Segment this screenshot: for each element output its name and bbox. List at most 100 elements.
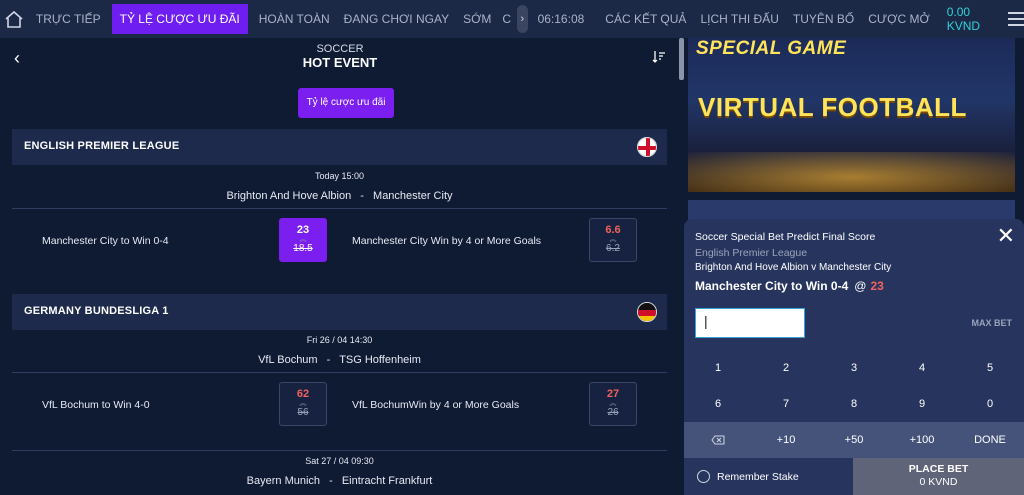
event-time: Fri 26 / 04 14:30 xyxy=(306,335,373,345)
banner-line1: SPECIAL GAME xyxy=(696,38,847,59)
chevron-right-icon[interactable]: › xyxy=(517,5,528,33)
done-button[interactable]: DONE xyxy=(956,422,1024,458)
nav-item-statement[interactable]: TUYÊN BỐ xyxy=(786,0,861,38)
away-team: Manchester City xyxy=(373,190,453,202)
key-9[interactable]: 9 xyxy=(888,386,956,422)
event-teams: Brighton And Hove Albion - Manchester Ci… xyxy=(12,190,667,202)
key-2[interactable]: 2 xyxy=(752,350,820,386)
slip-odds: 23 xyxy=(870,279,884,293)
nav-item-truncated[interactable]: C xyxy=(498,0,513,38)
nav-item-open-bets[interactable]: CƯỢC MỞ xyxy=(861,0,937,38)
nav-item-early[interactable]: SỚM xyxy=(456,0,498,38)
odds-value: 62 xyxy=(296,388,310,400)
odds-button[interactable]: 62 ︽ 56 xyxy=(279,382,327,426)
balance: 0.00 KVND xyxy=(946,5,981,33)
double-chevron-up-icon: ︽ xyxy=(609,400,617,407)
banner-line2: VIRTUAL FOOTBALL xyxy=(698,92,967,122)
remember-stake-label: Remember Stake xyxy=(717,470,799,483)
odds-button[interactable]: 23 ︽ 18.5 xyxy=(279,218,327,262)
event-time: Today 15:00 xyxy=(314,171,365,181)
slip-selection: Manchester City to Win 0-4 @23 xyxy=(695,279,884,293)
radio-icon[interactable] xyxy=(697,470,710,483)
place-bet-button[interactable]: PLACE BET 0 KVND xyxy=(853,458,1024,495)
scrollbar[interactable] xyxy=(679,38,684,80)
key-8[interactable]: 8 xyxy=(820,386,888,422)
odds-button[interactable]: 27 ︽ 26 xyxy=(589,382,637,426)
odds-value: 6.6 xyxy=(605,224,621,236)
place-bet-amount: 0 KVND xyxy=(919,476,958,488)
sport-label: SOCCER xyxy=(316,43,364,55)
bet-label: VfL Bochum to Win 4-0 xyxy=(42,399,150,411)
bet-label: Manchester City Win by 4 or More Goals xyxy=(352,235,542,247)
home-icon[interactable] xyxy=(0,0,29,38)
league-name: ENGLISH PREMIER LEAGUE xyxy=(24,140,180,152)
divider xyxy=(12,450,667,451)
bet-row: VfL Bochum to Win 4-0 62 ︽ 56 VfL Bochum… xyxy=(12,372,667,436)
old-odds-value: 18.5 xyxy=(293,243,313,254)
promo-odds-button[interactable]: Tỷ lệ cược ưu đãi xyxy=(298,88,394,118)
key-3[interactable]: 3 xyxy=(820,350,888,386)
add-100-button[interactable]: +100 xyxy=(888,422,956,458)
top-nav: TRỰC TIẾP TỶ LỆ CƯỢC ƯU ĐÃI HOÀN TOÀN ĐA… xyxy=(0,0,1024,38)
banner-glow xyxy=(688,152,1015,192)
promo-banner[interactable]: SPECIAL GAME VIRTUAL FOOTBALL xyxy=(688,38,1015,192)
team-separator: - xyxy=(326,354,331,366)
league-header[interactable]: ENGLISH PREMIER LEAGUE xyxy=(12,129,667,165)
add-50-button[interactable]: +50 xyxy=(820,422,888,458)
odds-value: 27 xyxy=(606,388,620,400)
at-symbol: @ xyxy=(854,279,867,293)
nav-item-schedule[interactable]: LỊCH THI ĐẤU xyxy=(693,0,785,38)
bet-slip: ✕ Soccer Special Bet Predict Final Score… xyxy=(684,219,1024,495)
old-odds-value: 6.2 xyxy=(606,243,620,254)
home-team: VfL Bochum xyxy=(258,354,318,366)
sort-icon[interactable] xyxy=(652,50,666,67)
key-1[interactable]: 1 xyxy=(684,350,752,386)
add-10-button[interactable]: +10 xyxy=(752,422,820,458)
stake-input[interactable]: | xyxy=(695,308,805,338)
main-content: ‹ SOCCER HOT EVENT Tỷ lệ cược ưu đãi ENG… xyxy=(0,38,680,495)
double-chevron-up-icon: ︽ xyxy=(609,236,617,243)
keypad-row: 1 2 3 4 5 xyxy=(684,350,1024,386)
max-bet-button[interactable]: MAX BET xyxy=(972,318,1013,328)
event-teams: Bayern Munich - Eintracht Frankfurt xyxy=(12,475,667,487)
home-team: Brighton And Hove Albion xyxy=(226,190,352,202)
away-team: TSG Hoffenheim xyxy=(339,354,421,366)
double-chevron-up-icon: ︽ xyxy=(299,400,307,407)
old-odds-value: 26 xyxy=(607,407,619,418)
nav-item-promo-odds[interactable]: TỶ LỆ CƯỢC ƯU ĐÃI xyxy=(111,4,248,34)
key-7[interactable]: 7 xyxy=(752,386,820,422)
home-team: Bayern Munich xyxy=(246,475,321,487)
keypad-row: +10 +50 +100 DONE xyxy=(684,422,1024,458)
key-5[interactable]: 5 xyxy=(956,350,1024,386)
slip-league: English Premier League xyxy=(695,247,808,259)
odds-value: 23 xyxy=(296,224,310,236)
key-4[interactable]: 4 xyxy=(888,350,956,386)
bet-label: VfL BochumWin by 4 or More Goals xyxy=(352,399,520,411)
key-0[interactable]: 0 xyxy=(956,386,1024,422)
secondary-banner[interactable] xyxy=(688,200,1015,220)
slip-footer: Remember Stake PLACE BET 0 KVND xyxy=(684,458,1024,495)
league-header[interactable]: GERMANY BUNDESLIGA 1 xyxy=(12,294,667,330)
clock-time: 06:16:08 xyxy=(537,12,585,26)
team-separator: - xyxy=(329,475,333,487)
remember-stake-toggle[interactable]: Remember Stake xyxy=(684,458,853,495)
nav-item-playing-now[interactable]: ĐANG CHƠI NGAY xyxy=(337,0,456,38)
key-6[interactable]: 6 xyxy=(684,386,752,422)
slip-match: Brighton And Hove Albion v Manchester Ci… xyxy=(695,262,892,273)
close-icon[interactable]: ✕ xyxy=(997,225,1015,247)
odds-button[interactable]: 6.6 ︽ 6.2 xyxy=(589,218,637,262)
nav-item-complete[interactable]: HOÀN TOÀN xyxy=(252,0,337,38)
slip-pick-label: Manchester City to Win 0-4 xyxy=(695,279,849,293)
germany-flag-icon xyxy=(637,302,657,322)
slip-bet-type: Soccer Special Bet Predict Final Score xyxy=(695,231,876,243)
bet-row: Manchester City to Win 0-4 23 ︽ 18.5 Man… xyxy=(12,208,667,272)
menu-icon[interactable] xyxy=(1008,12,1024,26)
chevron-left-icon[interactable]: ‹ xyxy=(14,48,20,69)
place-bet-label: PLACE BET xyxy=(908,463,969,475)
nav-item-live[interactable]: TRỰC TIẾP xyxy=(29,0,108,38)
keypad: 1 2 3 4 5 6 7 8 9 0 +10 +50 +100 DONE xyxy=(684,350,1024,458)
nav-item-results[interactable]: CÁC KẾT QUẢ xyxy=(598,0,693,38)
backspace-icon[interactable] xyxy=(684,422,752,458)
away-team: Eintracht Frankfurt xyxy=(341,475,433,487)
event-time: Sat 27 / 04 09:30 xyxy=(305,456,374,466)
